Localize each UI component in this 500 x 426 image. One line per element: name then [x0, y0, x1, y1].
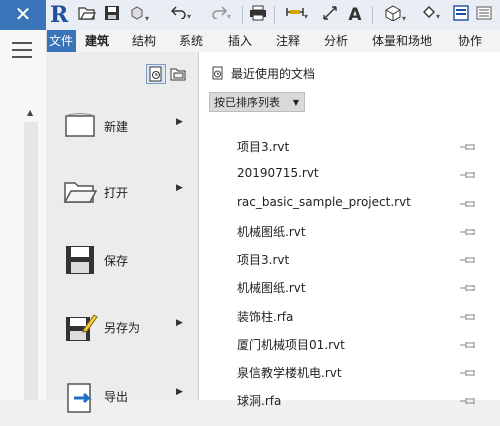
document-name: 项目3.rvt [237, 140, 290, 154]
menu-item-label: 打开 [104, 186, 129, 200]
pin-icon[interactable] [459, 254, 477, 264]
menu-item-label: 新建 [104, 120, 129, 134]
document-name: 泉信教学楼机电.rvt [237, 366, 342, 380]
submenu-arrow-icon: ▶ [176, 117, 183, 127]
print-icon[interactable] [248, 5, 268, 25]
pin-icon[interactable] [459, 339, 477, 349]
document-name: rac_basic_sample_project.rvt [237, 195, 411, 209]
text-icon[interactable]: A [346, 5, 364, 25]
new-document-icon [62, 108, 98, 144]
document-name: 20190715.rvt [237, 166, 319, 180]
recent-documents-panel: 最近使用的文档 按已排序列表 ▼ 项目3.rvt 20190715.rvt ra… [199, 52, 500, 408]
section-icon[interactable]: ▾ [418, 5, 444, 25]
tab-systems[interactable]: 系统 [179, 30, 203, 52]
tab-massing-site[interactable]: 体量和场地 [372, 30, 432, 52]
menu-item-open[interactable]: 打开 ▶ [46, 164, 198, 222]
recent-document-item[interactable]: 20190715.rvt [199, 160, 500, 189]
application-menu: 新建 ▶ 打开 ▶ 保存 另存为 ▶ 导出 ▶ [46, 52, 199, 413]
tab-architecture[interactable]: 建筑 [85, 30, 109, 52]
recent-document-item[interactable]: 装饰柱.rfa [199, 302, 500, 331]
menu-item-save-as[interactable]: 另存为 ▶ [46, 299, 198, 357]
document-name: 球洞.rfa [237, 394, 282, 408]
redo-icon[interactable]: ▾ [208, 5, 234, 25]
submenu-arrow-icon: ▶ [176, 318, 183, 328]
3d-view-icon[interactable]: ▾ [380, 5, 410, 25]
document-name: 装饰柱.rfa [237, 310, 294, 324]
open-icon[interactable] [78, 5, 96, 25]
recent-document-item[interactable]: 项目3.rvt [199, 132, 500, 161]
close-menu-button[interactable]: ✕ [0, 0, 46, 30]
menu-item-new[interactable]: 新建 ▶ [46, 98, 198, 156]
recent-document-item[interactable]: 泉信教学楼机电.rvt [199, 358, 500, 387]
menu-item-label: 另存为 [104, 321, 141, 335]
menu-item-save[interactable]: 保存 [46, 232, 198, 290]
save-as-icon [62, 309, 98, 345]
switch-windows-icon[interactable] [452, 5, 470, 25]
hamburger-menu-icon[interactable] [12, 42, 32, 58]
document-name: 机械图纸.rvt [237, 225, 306, 239]
recent-document-item[interactable]: 项目3.rvt [199, 245, 500, 274]
undo-icon[interactable]: ▾ [168, 5, 194, 25]
recent-documents-toggle-icon[interactable] [146, 64, 166, 84]
pin-icon[interactable] [459, 198, 477, 208]
document-name: 机械图纸.rvt [237, 281, 306, 295]
tab-annotate[interactable]: 注释 [276, 30, 300, 52]
recent-document-item[interactable]: 厦门机械项目01.rvt [199, 330, 500, 359]
tab-analyze[interactable]: 分析 [324, 30, 348, 52]
scroll-up-icon[interactable]: ▲ [27, 108, 33, 117]
submenu-arrow-icon: ▶ [176, 183, 183, 193]
dimension-icon[interactable] [320, 5, 340, 25]
menu-item-label: 保存 [104, 254, 129, 268]
export-icon [62, 378, 98, 414]
recent-document-item[interactable]: 球洞.rfa [199, 386, 500, 415]
sort-dropdown-label: 按已排序列表 [214, 96, 280, 109]
pin-icon[interactable] [459, 395, 477, 405]
pin-icon[interactable] [459, 141, 477, 151]
pin-icon[interactable] [459, 367, 477, 377]
menu-item-label: 导出 [104, 390, 129, 404]
recent-document-item[interactable]: 机械图纸.rvt [199, 217, 500, 246]
pin-icon[interactable] [459, 226, 477, 236]
pin-icon[interactable] [459, 169, 477, 179]
open-folder-icon [62, 174, 98, 210]
quick-access-toolbar: ✕ R ▾ ▾ ▾ ▾ A ▾ ▾ [0, 0, 500, 31]
measure-icon[interactable]: ▾ [282, 5, 312, 25]
save-icon[interactable] [104, 5, 120, 25]
revit-logo-icon[interactable]: R [50, 3, 70, 27]
submenu-arrow-icon: ▶ [176, 387, 183, 397]
tab-insert[interactable]: 插入 [228, 30, 252, 52]
save-disk-icon [62, 242, 98, 278]
pin-icon[interactable] [459, 282, 477, 292]
document-name: 项目3.rvt [237, 253, 290, 267]
recent-documents-title: 最近使用的文档 [231, 67, 316, 81]
tab-collaborate[interactable]: 协作 [458, 30, 482, 52]
recent-document-item[interactable]: 机械图纸.rvt [199, 273, 500, 302]
recent-document-item[interactable]: rac_basic_sample_project.rvt [199, 189, 500, 218]
chevron-down-icon: ▼ [292, 98, 299, 107]
pin-icon[interactable] [459, 311, 477, 321]
scrollbar[interactable] [24, 122, 38, 400]
document-name: 厦门机械项目01.rvt [237, 338, 345, 352]
tab-structure[interactable]: 结构 [132, 30, 156, 52]
tab-file[interactable]: 文件 [46, 30, 76, 52]
open-documents-toggle-icon[interactable] [168, 64, 188, 84]
recent-documents-icon [211, 66, 225, 80]
ribbon-tab-bar: 文件 建筑 结构 系统 插入 注释 分析 体量和场地 协作 [0, 30, 500, 53]
menu-item-export[interactable]: 导出 ▶ [46, 368, 198, 426]
sort-dropdown[interactable]: 按已排序列表 ▼ [209, 92, 305, 112]
sync-icon[interactable]: ▾ [128, 5, 150, 25]
more-tools-icon[interactable] [474, 5, 494, 25]
